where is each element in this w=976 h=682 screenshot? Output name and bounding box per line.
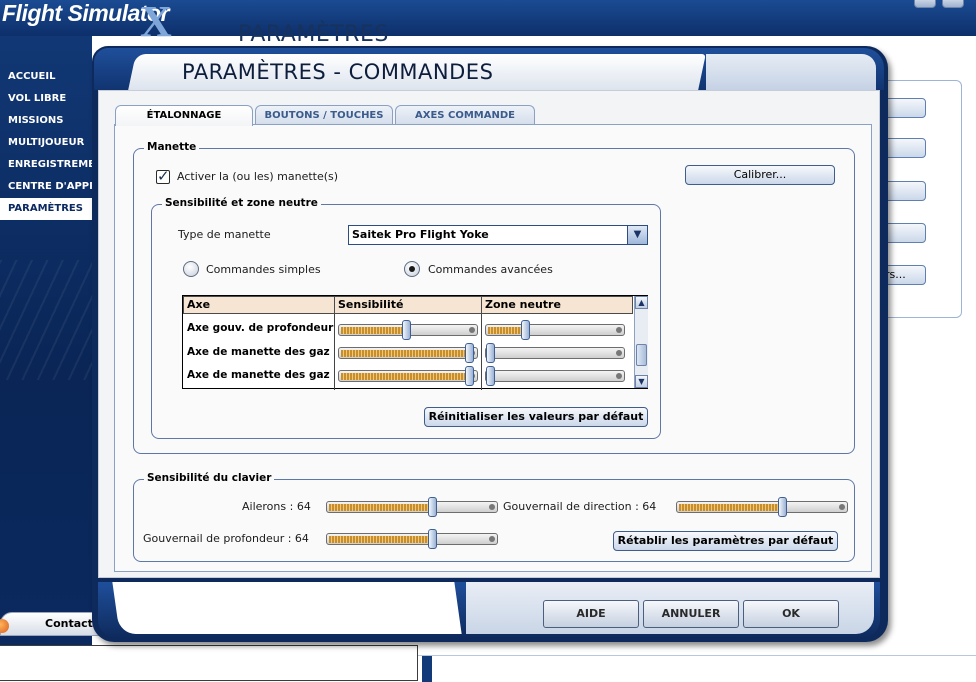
scroll-up-icon[interactable]: ▲	[635, 296, 648, 309]
slider-endcap	[839, 504, 845, 510]
sensitivity-slider[interactable]	[338, 366, 478, 386]
slider-endcap	[616, 373, 622, 379]
slider-knob[interactable]	[428, 497, 438, 517]
sensitivity-slider[interactable]	[338, 343, 478, 363]
help-icon[interactable]	[914, 0, 936, 8]
deadzone-slider[interactable]	[485, 320, 625, 340]
joystick-type-value: Saitek Pro Flight Yoke	[352, 228, 489, 241]
slider-endcap	[469, 327, 475, 333]
scrollbar-thumb[interactable]	[636, 344, 647, 366]
help-button[interactable]: AIDE	[543, 600, 639, 628]
rudder-slider[interactable]	[676, 497, 848, 517]
minimize-icon[interactable]	[942, 0, 964, 8]
slider-endcap	[616, 350, 622, 356]
slider-knob[interactable]	[465, 343, 474, 363]
column-header-zone-neutre: Zone neutre	[481, 296, 633, 314]
background-page-title: PARAMÈTRES	[238, 22, 389, 47]
sensitivity-slider[interactable]	[338, 320, 478, 340]
deadzone-slider[interactable]	[485, 366, 625, 386]
dialog-header-right-plate	[706, 54, 876, 90]
sidebar-item-enregistrements[interactable]: ENREGISTREMENTS	[0, 154, 92, 176]
background-bottom-panel	[0, 645, 418, 681]
joystick-type-select[interactable]: Saitek Pro Flight Yoke ▼	[348, 225, 648, 245]
slider-fill	[488, 327, 524, 334]
rudder-label: Gouvernail de direction : 64	[503, 500, 657, 513]
restore-defaults-button[interactable]: Rétablir les paramètres par défaut	[613, 531, 838, 551]
reset-values-button[interactable]: Réinitialiser les valeurs par défaut	[424, 407, 648, 427]
slider-fill	[679, 504, 781, 511]
ok-button[interactable]: OK	[743, 600, 839, 628]
window-controls	[896, 0, 976, 12]
sidebar-item-centre-apprentissage[interactable]: CENTRE D'APPRENTISSAGE	[0, 176, 92, 198]
slider-knob[interactable]	[486, 366, 495, 386]
elevator-label: Gouvernail de profondeur : 64	[143, 532, 309, 545]
sidebar-nav: ACCUEIL VOL LIBRE MISSIONS MULTIJOUEUR E…	[0, 66, 92, 220]
calibrate-button[interactable]: Calibrer...	[685, 165, 835, 185]
group-sensitivity-title: Sensibilité et zone neutre	[162, 197, 321, 209]
column-divider	[334, 314, 335, 390]
footer-left-plate	[112, 582, 462, 634]
ailerons-slider[interactable]	[326, 497, 498, 517]
brand-logo-x: X	[140, 0, 172, 46]
slider-fill	[329, 536, 431, 543]
slider-knob[interactable]	[778, 497, 788, 517]
sidebar-item-accueil[interactable]: ACCUEIL	[0, 66, 92, 88]
group-manette-title: Manette	[144, 141, 200, 153]
slider-knob[interactable]	[402, 320, 411, 340]
axis-table: Axe Sensibilité Zone neutre Axe gouv. de…	[182, 295, 648, 390]
enable-joystick-checkbox[interactable]	[156, 167, 170, 185]
sidebar-item-multijoueur[interactable]: MULTIJOUEUR	[0, 132, 92, 154]
sidebar-item-vol-libre[interactable]: VOL LIBRE	[0, 88, 92, 110]
top-banner: Flight Simulator X	[0, 0, 976, 46]
slider-endcap	[489, 536, 495, 542]
mode-simple-label: Commandes simples	[206, 263, 321, 276]
dialog-header: PARAMÈTRES - COMMANDES	[94, 48, 884, 90]
background-bottom-frame	[418, 655, 976, 682]
joystick-type-label: Type de manette	[178, 228, 271, 241]
slider-fill	[341, 350, 467, 357]
mode-advanced-label: Commandes avancées	[428, 263, 553, 276]
slider-endcap	[489, 504, 495, 510]
slider-knob[interactable]	[465, 366, 474, 386]
column-header-sensibilite: Sensibilité	[334, 296, 482, 314]
table-scrollbar[interactable]: ▲ ▼	[634, 296, 648, 388]
slider-endcap	[616, 327, 622, 333]
ailerons-label: Ailerons : 64	[242, 500, 311, 513]
dialog-title: PARAMÈTRES - COMMANDES	[182, 60, 494, 84]
slider-knob[interactable]	[428, 529, 438, 549]
chevron-down-icon[interactable]: ▼	[627, 226, 647, 244]
mode-simple-radio[interactable]	[183, 261, 199, 277]
slider-knob[interactable]	[521, 320, 531, 340]
group-keyboard-title: Sensibilité du clavier	[144, 472, 275, 484]
sidebar-item-parametres[interactable]: PARAMÈTRES	[0, 198, 92, 220]
tab-etalonnage[interactable]: ÉTALONNAGE	[115, 105, 253, 126]
tab-boutons-touches[interactable]: BOUTONS / TOUCHES	[255, 105, 393, 125]
sidebar-item-missions[interactable]: MISSIONS	[0, 110, 92, 132]
table-row-axis-label: Axe gouv. de profondeur	[187, 322, 334, 334]
table-row-axis-label: Axe de manette des gaz	[187, 369, 330, 381]
enable-joystick-label: Activer la (ou les) manette(s)	[177, 170, 339, 183]
scroll-down-icon[interactable]: ▼	[635, 375, 648, 388]
table-row-axis-label: Axe de manette des gaz	[187, 346, 330, 358]
slider-knob[interactable]	[486, 343, 495, 363]
deadzone-slider[interactable]	[485, 343, 625, 363]
slider-fill	[341, 373, 467, 380]
cancel-button[interactable]: ANNULER	[643, 600, 739, 628]
slider-fill	[329, 504, 431, 511]
slider-fill	[341, 327, 404, 334]
mode-advanced-radio[interactable]	[404, 261, 420, 277]
elevator-slider[interactable]	[326, 529, 498, 549]
column-header-axe: Axe	[183, 296, 335, 314]
column-divider	[481, 314, 482, 390]
tab-axes-commande[interactable]: AXES COMMANDE	[395, 105, 535, 125]
